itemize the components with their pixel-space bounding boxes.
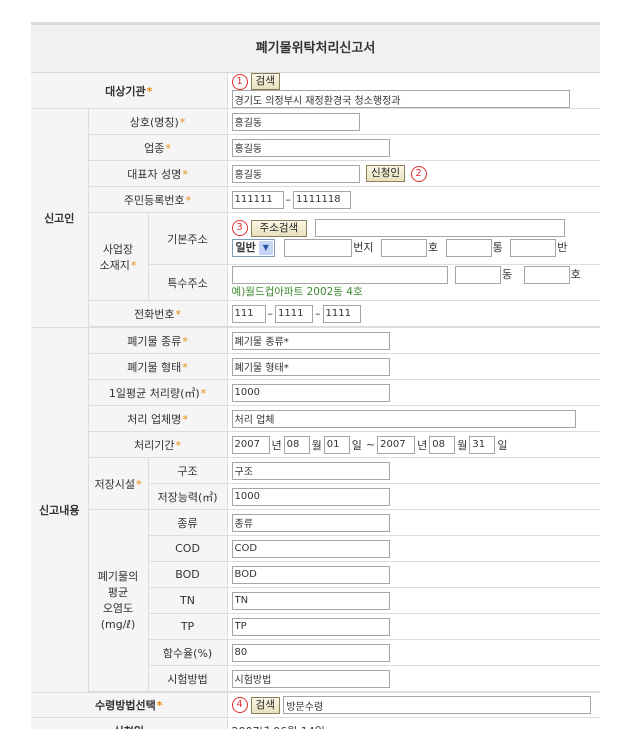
period-label: 처리기간*: [88, 432, 227, 458]
moisture-input[interactable]: [232, 644, 390, 662]
special-ho-label: 호: [571, 268, 581, 281]
receive-search-button[interactable]: 검색: [251, 697, 280, 714]
rrn-label: 주민등록번호*: [88, 187, 227, 213]
test-method-label: 시험방법: [148, 666, 227, 692]
company-label: 상호(명칭)*: [88, 109, 227, 135]
target-search-button[interactable]: 검색: [251, 73, 280, 90]
waste-kind-input[interactable]: [232, 332, 390, 350]
target-field: 1검색: [227, 73, 600, 109]
structure-label: 구조: [148, 458, 227, 484]
basic-address-label: 기본주소: [148, 213, 227, 265]
bod-label: BOD: [148, 562, 227, 588]
bunji-input[interactable]: [284, 239, 352, 257]
apply-date-value: 2007년 06월 14일: [227, 718, 600, 729]
target-label: 대상기관*: [31, 73, 227, 109]
step-2-marker: 2: [411, 166, 427, 182]
company-input[interactable]: [232, 113, 360, 131]
phone-dash-2: –: [315, 307, 321, 320]
chevron-down-icon: ▼: [259, 241, 273, 255]
phone-dash-1: –: [268, 307, 274, 320]
address-search-button[interactable]: 주소검색: [251, 220, 308, 237]
moisture-label: 함수율(%): [148, 640, 227, 666]
form-table: 대상기관* 1검색 신고인 상호(명칭)* 업종* 대표자 성명* 신청인 2 …: [31, 73, 600, 729]
report-form: 폐기물위탁처리신고서 대상기관* 1검색 신고인 상호(명칭)* 업종* 대표자…: [31, 22, 600, 729]
ban-input[interactable]: [510, 239, 556, 257]
pollution-group-label: 폐기물의평균오염도(mg/ℓ): [88, 510, 148, 692]
pollution-kind-input[interactable]: [232, 514, 390, 532]
tong-label: 통: [493, 241, 503, 254]
special-ho-input[interactable]: [524, 266, 570, 284]
waste-form-input[interactable]: [232, 358, 390, 376]
company-name-label: 처리 업체명*: [88, 406, 227, 432]
ho-input[interactable]: [381, 239, 427, 257]
tp-input[interactable]: [232, 618, 390, 636]
rrn-dash: –: [286, 193, 292, 206]
company-name-input[interactable]: [232, 410, 576, 428]
from-year-input[interactable]: [232, 436, 270, 454]
rrn-front-input[interactable]: [232, 191, 284, 209]
daily-amount-input[interactable]: [232, 384, 390, 402]
special-dong-label: 동: [502, 268, 512, 281]
business-type-label: 업종*: [88, 135, 227, 161]
waste-form-label: 폐기물 형태*: [88, 354, 227, 380]
representative-input[interactable]: [232, 165, 360, 183]
phone-1-input[interactable]: [232, 305, 266, 323]
test-method-input[interactable]: [232, 670, 390, 688]
rrn-back-input[interactable]: [293, 191, 351, 209]
from-day-input[interactable]: [324, 436, 350, 454]
tn-label: TN: [148, 588, 227, 614]
reporter-group-label: 신고인: [31, 109, 88, 328]
special-address-example: 예)월드컵아파트 2002동 4호: [232, 284, 600, 299]
special-address-input[interactable]: [232, 266, 448, 284]
capacity-label: 저장능력(㎥): [148, 484, 227, 510]
applicant-button[interactable]: 신청인: [366, 165, 405, 182]
special-address-label: 특수주소: [148, 265, 227, 301]
step-1-marker: 1: [232, 74, 248, 90]
ho-label: 호: [428, 241, 438, 254]
cod-label: COD: [148, 536, 227, 562]
basic-address-input[interactable]: [315, 219, 565, 237]
target-input[interactable]: [232, 90, 570, 108]
content-group-label: 신고내용: [31, 328, 88, 693]
tp-label: TP: [148, 614, 227, 640]
to-day-input[interactable]: [469, 436, 495, 454]
representative-label: 대표자 성명*: [88, 161, 227, 187]
phone-3-input[interactable]: [323, 305, 361, 323]
bunji-label: 번지: [353, 241, 373, 254]
pollution-kind-label: 종류: [148, 510, 227, 536]
receive-method-label: 수령방법선택*: [31, 693, 227, 718]
phone-2-input[interactable]: [275, 305, 313, 323]
step-4-marker: 4: [232, 697, 248, 713]
phone-label: 전화번호*: [88, 301, 227, 327]
address-type-select[interactable]: 일반▼: [232, 239, 275, 257]
from-month-input[interactable]: [284, 436, 310, 454]
business-type-input[interactable]: [232, 139, 390, 157]
capacity-input[interactable]: [232, 488, 390, 506]
waste-kind-label: 폐기물 종류*: [88, 328, 227, 354]
form-title: 폐기물위탁처리신고서: [31, 25, 600, 73]
address-group-label: 사업장소재지*: [88, 213, 148, 301]
daily-amount-label: 1일평균 처리량(㎥)*: [88, 380, 227, 406]
receive-method-input[interactable]: [283, 696, 591, 714]
structure-input[interactable]: [232, 462, 390, 480]
tn-input[interactable]: [232, 592, 390, 610]
storage-label: 저장시설*: [88, 458, 148, 510]
special-dong-input[interactable]: [455, 266, 501, 284]
ban-label: 반: [557, 241, 567, 254]
step-3-marker: 3: [232, 220, 248, 236]
cod-input[interactable]: [232, 540, 390, 558]
tong-input[interactable]: [446, 239, 492, 257]
to-month-input[interactable]: [429, 436, 455, 454]
apply-date-label: 신청일: [31, 718, 227, 729]
bod-input[interactable]: [232, 566, 390, 584]
to-year-input[interactable]: [377, 436, 415, 454]
